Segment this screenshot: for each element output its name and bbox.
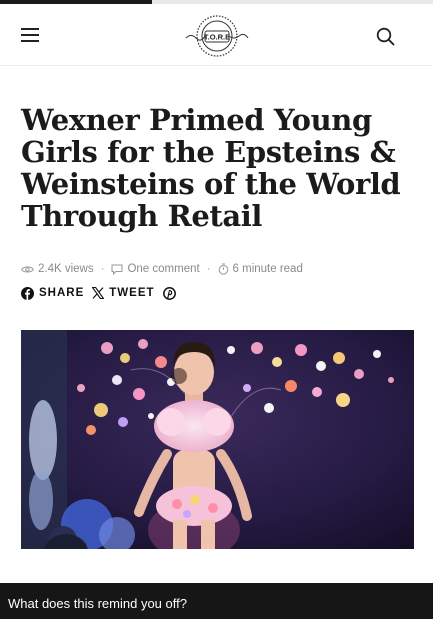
views-label: 2.4K views (38, 263, 94, 275)
site-logo[interactable]: T.O.R.E (176, 10, 258, 62)
site-header: T.O.R.E (0, 4, 433, 66)
pinterest-icon (162, 286, 176, 300)
comments-label: One comment (127, 263, 200, 275)
views-count: 2.4K views (21, 263, 94, 275)
article-title: Wexner Primed Young Girls for the Epstei… (21, 103, 401, 233)
stopwatch-icon (218, 263, 228, 275)
article-hero-image (21, 330, 414, 549)
x-twitter-icon (92, 287, 105, 299)
facebook-icon (21, 286, 34, 300)
meta-separator: · (206, 263, 211, 275)
read-time-label: 6 minute read (232, 263, 303, 275)
facebook-share-button[interactable]: SHARE (21, 286, 85, 300)
share-label: SHARE (39, 287, 85, 299)
tore-logo-emblem: T.O.R.E (185, 15, 249, 57)
menu-button[interactable] (16, 22, 44, 48)
comment-icon (111, 264, 123, 275)
search-button[interactable] (370, 22, 400, 50)
share-bar: SHARE TWEET (21, 285, 189, 301)
read-time: 6 minute read (218, 263, 303, 275)
hamburger-menu-icon (21, 28, 39, 42)
article-meta: 2.4K views · One comment · 6 minute read (21, 261, 303, 277)
hero-photo (21, 330, 414, 549)
tweet-label: TWEET (109, 287, 155, 299)
comments-link[interactable]: One comment (111, 263, 200, 275)
pinterest-share-button[interactable] (162, 286, 181, 300)
search-icon (376, 27, 394, 45)
meta-separator: · (100, 263, 105, 275)
eye-icon (21, 266, 34, 272)
image-caption: What does this remind you off? (0, 583, 433, 619)
svg-text:T.O.R.E: T.O.R.E (204, 33, 230, 42)
tweet-button[interactable]: TWEET (92, 287, 154, 299)
